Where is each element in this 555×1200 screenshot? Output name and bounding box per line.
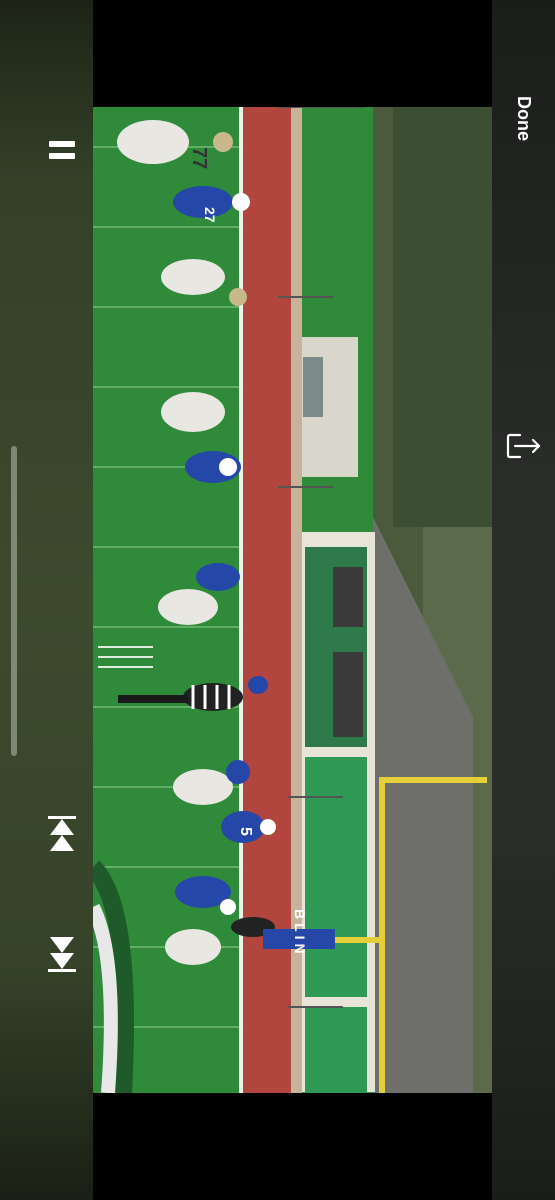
pause-button[interactable] — [40, 128, 84, 172]
goalpost-upright — [379, 777, 385, 1093]
share-icon — [506, 433, 541, 459]
jersey-number: 27 — [202, 207, 218, 223]
player — [117, 120, 189, 164]
skip-forward-icon — [48, 937, 76, 972]
jersey-number: 77 — [188, 147, 210, 169]
player — [173, 769, 233, 805]
player — [161, 259, 225, 295]
video-player-screen: 77 27 5 BLIN Done — [0, 0, 555, 1200]
done-label: Done — [513, 95, 534, 141]
video-scene: 77 27 5 BLIN — [93, 107, 492, 1093]
pause-icon — [49, 141, 75, 159]
share-button[interactable] — [502, 424, 546, 468]
scrubber-track — [11, 446, 17, 756]
skip-back-icon — [48, 816, 76, 851]
playback-scrubber[interactable] — [10, 446, 18, 756]
player — [158, 589, 218, 625]
done-button[interactable]: Done — [503, 88, 543, 148]
goalpost-crossbar — [379, 777, 487, 783]
player — [196, 563, 240, 591]
skip-back-button[interactable] — [40, 812, 84, 856]
sideline-sign-text: BLIN — [292, 909, 308, 958]
right-control-rail — [492, 0, 555, 1200]
jersey-number: 5 — [237, 827, 254, 836]
skip-forward-button[interactable] — [40, 932, 84, 976]
video-frame[interactable]: 77 27 5 BLIN — [93, 107, 492, 1093]
player — [165, 929, 221, 965]
player — [161, 392, 225, 432]
